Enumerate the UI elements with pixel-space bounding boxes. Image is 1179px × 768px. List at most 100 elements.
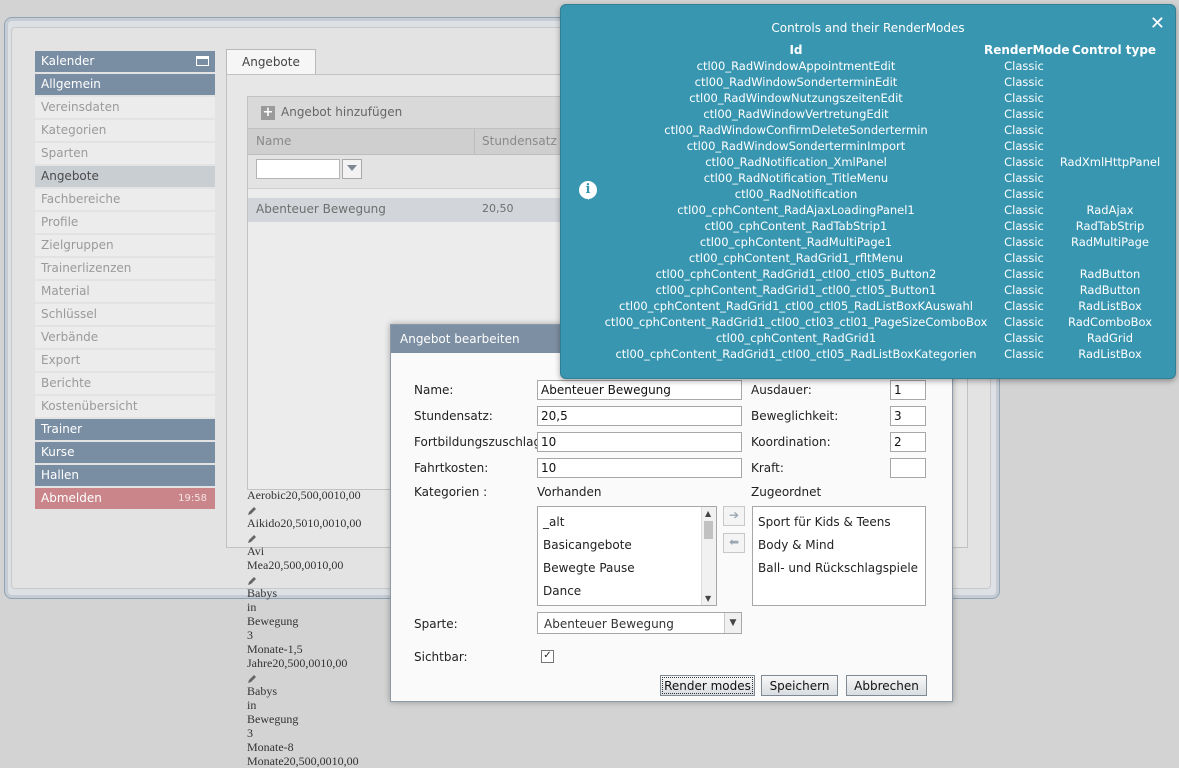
assigned-categories-listbox[interactable]: Sport für Kids & Teens Body & Mind Ball-… xyxy=(752,506,926,606)
sidebar-item-kalender[interactable]: Kalender xyxy=(35,51,215,72)
add-offer-button[interactable]: Angebot hinzufügen xyxy=(281,105,402,119)
sidebar-item-export[interactable]: Export xyxy=(35,350,215,371)
grid-toolbar: + Angebot hinzufügen xyxy=(248,97,578,129)
chevron-down-icon[interactable]: ▼ xyxy=(724,613,741,633)
render-mode: Classic xyxy=(1004,331,1044,345)
sidebar-item-kurse[interactable]: Kurse xyxy=(35,442,215,463)
edit-pencil-icon[interactable] xyxy=(247,673,257,684)
table-row: ctl00_RadWindowNutzungszeitenEdit Classic xyxy=(561,91,1175,107)
sidebar-item-trainerlizenzen[interactable]: Trainerlizenzen xyxy=(35,258,215,279)
table-row[interactable]: Abenteuer Bewegung 20,50 xyxy=(248,198,578,222)
scroll-down-icon[interactable]: ▼ xyxy=(705,594,711,603)
travel-costs-field[interactable]: 10 xyxy=(537,458,742,478)
sidebar-item-material[interactable]: Material xyxy=(35,281,215,302)
sidebar-item-label: Zielgruppen xyxy=(41,238,114,252)
table-row: ctl00_cphContent_RadGrid1_rfltMenu Classi… xyxy=(561,251,1175,267)
sidebar-item-label: Kostenübersicht xyxy=(41,399,138,413)
calendar-icon[interactable] xyxy=(196,56,209,66)
visible-checkbox[interactable]: ✓ xyxy=(541,650,554,663)
render-mode: Classic xyxy=(1004,299,1044,313)
list-item[interactable]: Sport für Kids & Teens xyxy=(758,515,891,529)
coordination-field[interactable]: 2 xyxy=(890,432,926,452)
sidebar-item-abmelden[interactable]: Abmelden 19:58 xyxy=(35,488,215,509)
render-mode: Classic xyxy=(1004,155,1044,169)
label-strength: Kraft: xyxy=(751,461,784,475)
endurance-field[interactable]: 1 xyxy=(890,380,926,400)
sidebar-item-label: Abmelden xyxy=(41,491,102,505)
list-item[interactable]: _alt xyxy=(543,515,564,529)
edit-offer-dialog: Angebot bearbeiten Name: Abenteuer Beweg… xyxy=(390,324,953,702)
render-mode: Classic xyxy=(1004,219,1044,233)
table-row: ctl00_cphContent_RadAjaxLoadingPanel1 Cla… xyxy=(561,203,1175,219)
filter-icon[interactable] xyxy=(342,159,362,179)
name-field[interactable]: Abenteuer Bewegung xyxy=(537,380,742,400)
mobility-field[interactable]: 3 xyxy=(890,406,926,426)
edit-pencil-icon[interactable] xyxy=(247,533,257,544)
sidebar-item-allgemein[interactable]: Allgemein xyxy=(35,74,215,95)
sidebar-item-vereinsdaten[interactable]: Vereinsdaten xyxy=(35,97,215,118)
control-id: ctl00_cphContent_RadGrid1_ctl00_ctl05_Bu… xyxy=(655,283,937,297)
move-right-icon[interactable]: ➔ xyxy=(723,506,745,526)
name-filter-input[interactable] xyxy=(256,159,340,179)
sidebar-item-schl-ssel[interactable]: Schlüssel xyxy=(35,304,215,325)
sidebar-item-label: Trainer xyxy=(41,422,83,436)
sidebar-item-angebote[interactable]: Angebote xyxy=(35,166,215,187)
training-fee-field[interactable]: 10 xyxy=(537,432,742,452)
control-type: RadMultiPage xyxy=(1070,235,1150,249)
table-row: ctl00_RadWindowSonderterminImport Classic xyxy=(561,139,1175,155)
render-mode: Classic xyxy=(1004,283,1044,297)
sidebar-item-profile[interactable]: Profile xyxy=(35,212,215,233)
label-rate: Stundensatz: xyxy=(414,409,493,423)
sidebar-item-label: Allgemein xyxy=(41,77,101,91)
strength-field[interactable] xyxy=(890,458,926,478)
listbox-scrollbar[interactable]: ▲ ▼ xyxy=(701,507,716,605)
sidebar-item-kosten-bersicht[interactable]: Kostenübersicht xyxy=(35,396,215,417)
sidebar-item-verb-nde[interactable]: Verbände xyxy=(35,327,215,348)
sidebar-item-fachbereiche[interactable]: Fachbereiche xyxy=(35,189,215,210)
raw-text-entry: Babys in Bewegung 3 Monate-1,5 Jahre20,5… xyxy=(247,586,348,670)
save-button[interactable]: Speichern xyxy=(761,675,838,696)
list-item[interactable]: Body & Mind xyxy=(758,538,834,552)
add-icon[interactable]: + xyxy=(261,106,275,120)
rate-field[interactable]: 20,5 xyxy=(537,406,742,426)
overflow-text-list: Aerobic20,500,0010,00 Aikido20,5010,0010,… xyxy=(247,488,387,768)
control-id: ctl00_RadWindowSonderterminEdit xyxy=(694,75,898,89)
edit-pencil-icon[interactable] xyxy=(247,575,257,586)
sidebar-item-zielgruppen[interactable]: Zielgruppen xyxy=(35,235,215,256)
division-select[interactable]: Abenteuer Bewegung ▼ xyxy=(537,612,742,634)
render-modes-button[interactable]: Render modes xyxy=(660,675,755,696)
render-mode: Classic xyxy=(1004,203,1044,217)
control-type: RadAjax xyxy=(1086,203,1134,217)
scroll-up-icon[interactable]: ▲ xyxy=(705,509,711,518)
column-header-name[interactable]: Name xyxy=(256,134,291,148)
tab-angebote[interactable]: Angebote xyxy=(226,49,316,74)
cancel-button[interactable]: Abbrechen xyxy=(846,675,927,696)
raw-text-entry: Avi Mea20,500,0010,00 xyxy=(247,544,344,572)
sidebar: Kalender Allgemein Vereinsdaten Kategorien S… xyxy=(35,51,215,511)
sidebar-item-sparten[interactable]: Sparten xyxy=(35,143,215,164)
sidebar-item-berichte[interactable]: Berichte xyxy=(35,373,215,394)
edit-pencil-icon[interactable] xyxy=(247,505,257,516)
render-mode: Classic xyxy=(1004,75,1044,89)
scroll-thumb[interactable] xyxy=(704,521,713,539)
sidebar-item-label: Verbände xyxy=(41,330,99,344)
sidebar-item-kategorien[interactable]: Kategorien xyxy=(35,120,215,141)
control-id: ctl00_RadWindowConfirmDeleteSondertermin xyxy=(664,123,928,137)
move-left-icon[interactable]: ⬅ xyxy=(723,533,745,553)
header-rendermode: RenderMode xyxy=(984,43,1070,57)
label-travel-costs: Fahrtkosten: xyxy=(414,461,489,475)
column-header-rate[interactable]: Stundensatz xyxy=(482,134,557,148)
sidebar-item-label: Export xyxy=(41,353,81,367)
sidebar-item-trainer[interactable]: Trainer xyxy=(35,419,215,440)
available-categories-listbox[interactable]: _alt Basicangebote Bewegte Pause Dance ▲… xyxy=(537,506,717,606)
sidebar-item-label: Angebote xyxy=(41,169,99,183)
label-mobility: Beweglichkeit: xyxy=(751,409,839,423)
list-item[interactable]: Basicangebote xyxy=(543,538,632,552)
list-item[interactable]: Dance xyxy=(543,584,581,598)
sidebar-item-hallen[interactable]: Hallen xyxy=(35,465,215,486)
close-icon[interactable]: ✕ xyxy=(1150,15,1165,33)
list-item[interactable]: Ball- und Rückschlagspiele xyxy=(758,561,918,575)
list-item[interactable]: Bewegte Pause xyxy=(543,561,635,575)
control-id: ctl00_RadWindowNutzungszeitenEdit xyxy=(689,91,903,105)
cell-name: Abenteuer Bewegung xyxy=(256,202,386,216)
